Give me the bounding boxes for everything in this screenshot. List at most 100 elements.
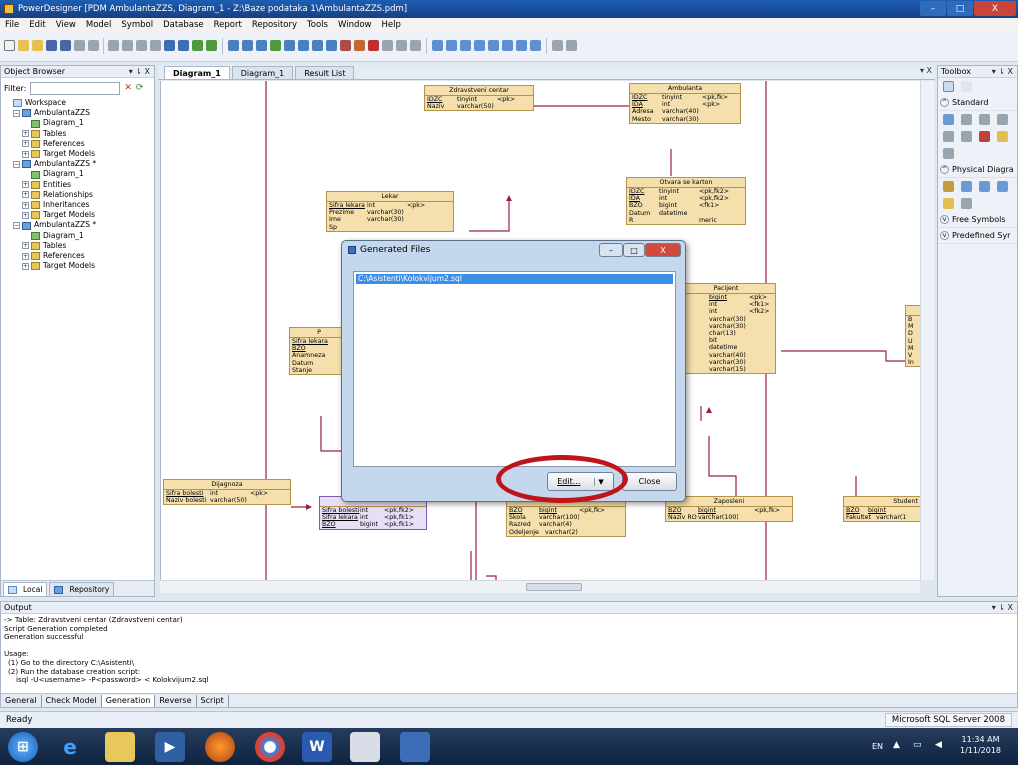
reference-tool-icon[interactable] (997, 181, 1008, 192)
tree-item[interactable]: + Tables (4, 241, 154, 251)
browser-icon[interactable] (474, 40, 485, 51)
entity-ambulanta[interactable]: Ambulanta IDZC tinyint <pk,fk> IDA int <pk> … (629, 83, 741, 124)
generated-files-list[interactable]: C:\Asistenti\Kolokvijum2.sql (353, 271, 676, 467)
tab-general[interactable]: General (1, 694, 42, 707)
panel-pin-close-icons[interactable]: ▾ ⇂ X (129, 67, 150, 76)
save-icon[interactable] (46, 40, 57, 51)
tab-repository[interactable]: Repository (49, 582, 115, 596)
dialog-close-button[interactable]: Close (622, 472, 677, 491)
cut-icon[interactable] (108, 40, 119, 51)
tree-item[interactable]: + Target Models (4, 149, 154, 159)
word-icon[interactable]: W (302, 732, 332, 762)
document-close-icons[interactable]: ▾ X (920, 66, 932, 75)
menu-file[interactable]: File (0, 20, 24, 30)
tab-diagram-1-second[interactable]: Diagram_1 (231, 66, 294, 79)
layout-icon[interactable] (432, 40, 443, 51)
language-indicator[interactable]: EN (872, 742, 883, 751)
redo-icon[interactable] (178, 40, 189, 51)
expand-toggle-icon[interactable]: + (22, 150, 29, 158)
procedure-tool-icon[interactable] (943, 198, 954, 209)
output-icon[interactable] (488, 40, 499, 51)
firefox-icon[interactable] (205, 732, 235, 762)
edit-dropdown-arrow-icon[interactable]: ▼ (594, 477, 604, 486)
link-tool-icon[interactable] (943, 148, 954, 159)
tab-local[interactable]: Local (3, 582, 48, 596)
list-icon[interactable] (460, 40, 471, 51)
tree-item[interactable]: − AmbulantaZZS * (4, 159, 154, 169)
dialog-maximize-button[interactable]: □ (623, 243, 645, 257)
entity-pregled[interactable]: P Sifra lekara BZO Anamneza Datum Stanje (289, 327, 349, 376)
reverse-icon[interactable] (298, 40, 309, 51)
toolbox-section-free-symbols[interactable]: v Free Symbols (938, 212, 1017, 228)
toolbox-pin-close-icons[interactable]: ▾ ⇂ X (992, 67, 1013, 76)
network-icon[interactable]: ▭ (913, 740, 922, 750)
maximize-button[interactable]: □ (947, 1, 973, 16)
package-tool-icon[interactable] (997, 131, 1008, 142)
table-tool-icon[interactable] (961, 181, 972, 192)
properties-tool-icon[interactable] (961, 131, 972, 142)
expand-toggle-icon[interactable]: − (13, 160, 20, 168)
menu-model[interactable]: Model (81, 20, 117, 30)
expand-toggle-icon[interactable]: + (22, 242, 29, 250)
tree-item[interactable]: + Relationships (4, 190, 154, 200)
toolbox-icon[interactable] (516, 40, 527, 51)
entity-pacijent[interactable]: Pacijent bigint <pk> int <fk1> int <fk2> va… (676, 283, 776, 375)
tree-item[interactable]: + References (4, 251, 154, 261)
tree-item[interactable]: + Entities (4, 180, 154, 190)
generate-icon[interactable] (284, 40, 295, 51)
paste-icon[interactable] (136, 40, 147, 51)
menu-window[interactable]: Window (333, 20, 377, 30)
tree-item[interactable]: + Target Models (4, 261, 154, 271)
repository-icon[interactable] (566, 40, 577, 51)
diagram-icon[interactable] (446, 40, 457, 51)
tree-item[interactable]: + References (4, 139, 154, 149)
tree-item[interactable]: − AmbulantaZZS * (4, 220, 154, 230)
expand-toggle-icon[interactable]: + (22, 140, 29, 148)
delete-tool-icon[interactable] (979, 131, 990, 142)
tab-generation[interactable]: Generation (101, 694, 156, 707)
package-icon[interactable] (943, 181, 954, 192)
entity-dijagnoza[interactable]: Dijagnoza Sifra bolesti int <pk> Naziv bol… (163, 479, 291, 506)
volume-icon[interactable]: ◀ (935, 740, 942, 750)
edit-split-button[interactable]: Edit... ▼ (547, 472, 614, 491)
toolbox-section-predefined[interactable]: v Predefined Syr (938, 228, 1017, 244)
output-pin-close-icons[interactable]: ▾ ⇂ X (992, 603, 1013, 612)
menu-view[interactable]: View (51, 20, 81, 30)
powerdesigner-taskbar-icon[interactable] (350, 732, 380, 762)
find-icon[interactable] (192, 40, 203, 51)
menu-database[interactable]: Database (158, 20, 209, 30)
view-tool-icon[interactable] (979, 181, 990, 192)
file-explorer-icon[interactable] (105, 732, 135, 762)
entity-partial-right[interactable]: B M D U M V In (905, 305, 920, 368)
file-tool-icon[interactable] (961, 198, 972, 209)
tree-item[interactable]: −Workspace (4, 98, 154, 108)
expand-toggle-icon[interactable]: + (22, 262, 29, 270)
menu-edit[interactable]: Edit (24, 20, 50, 30)
menu-tools[interactable]: Tools (302, 20, 333, 30)
zoom-tool-icon[interactable] (979, 114, 990, 125)
tab-diagram-1[interactable]: Diagram_1 (164, 66, 230, 79)
font-icon[interactable] (354, 40, 365, 51)
tree-item[interactable]: − AmbulantaZZS (4, 108, 154, 118)
internet-explorer-icon[interactable]: e (55, 732, 85, 762)
new-icon[interactable] (4, 40, 15, 51)
pointer-tool-icon[interactable] (943, 114, 954, 125)
expand-toggle-icon[interactable]: + (22, 201, 29, 209)
fill-icon[interactable] (382, 40, 393, 51)
tree-item[interactable]: + Tables (4, 129, 154, 139)
tree-item[interactable]: +Diagram_1 (4, 118, 154, 128)
report-icon[interactable] (552, 40, 563, 51)
expand-toggle-icon[interactable]: + (22, 191, 29, 199)
zoom-out-tool-icon[interactable] (997, 114, 1008, 125)
grabber-tool-icon[interactable] (961, 114, 972, 125)
zoom-page-icon[interactable] (256, 40, 267, 51)
list-view-icon[interactable] (961, 81, 972, 92)
menu-help[interactable]: Help (377, 20, 406, 30)
filter-input[interactable] (30, 81, 121, 95)
tab-result-list[interactable]: Result List (295, 66, 355, 79)
expand-toggle-icon[interactable]: + (22, 211, 29, 219)
expand-toggle-icon[interactable]: + (22, 130, 29, 138)
window-titlebar[interactable]: PowerDesigner [PDM AmbulantaZZS, Diagram… (0, 0, 1018, 18)
minimize-button[interactable]: – (920, 1, 946, 16)
copy-icon[interactable] (122, 40, 133, 51)
